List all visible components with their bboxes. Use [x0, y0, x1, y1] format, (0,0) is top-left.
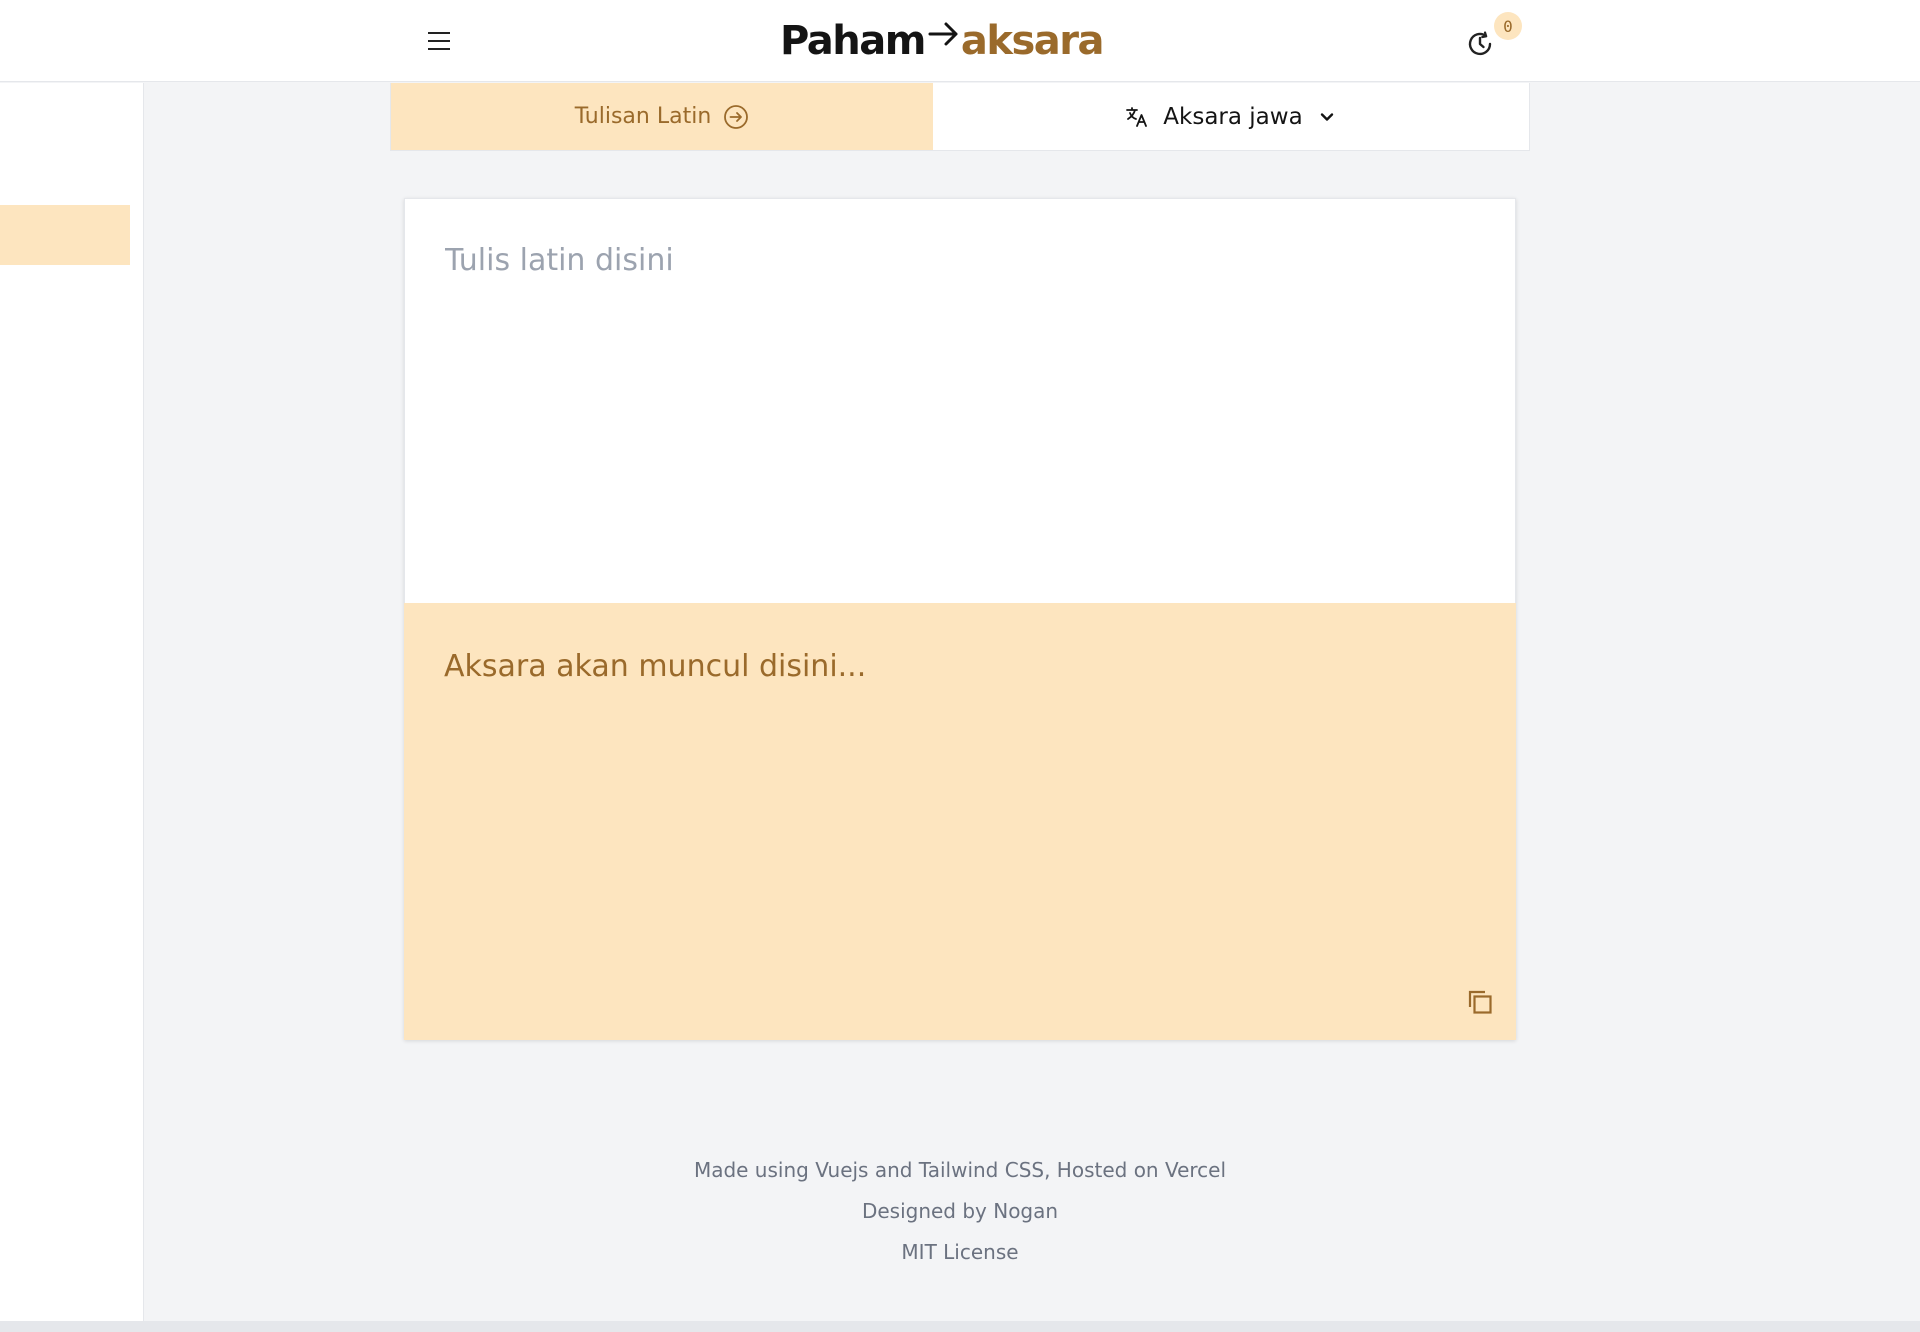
source-language-tab[interactable]: Tulisan Latin: [391, 83, 933, 150]
footer-designer: Designed by Nogan: [861, 1199, 1059, 1223]
translate-icon: [1126, 106, 1148, 127]
target-language-dropdown[interactable]: Aksara jawa: [933, 83, 1529, 150]
source-language-label: Tulisan Latin: [574, 104, 712, 129]
aksara-output: Aksara akan muncul disini...: [444, 649, 867, 684]
history-button[interactable]: [1462, 26, 1498, 62]
language-bar: Tulisan Latin Aksara jawa: [390, 83, 1530, 151]
sidebar: [0, 83, 144, 1321]
copy-button[interactable]: [1462, 984, 1498, 1020]
footer-license: MIT License: [901, 1240, 1019, 1264]
translator-card: Aksara akan muncul disini...: [404, 198, 1516, 1040]
footer-credits: Made using Vuejs and Tailwind CSS, Hoste…: [693, 1158, 1227, 1182]
target-language-label: Aksara jawa: [1163, 103, 1303, 130]
history-count-badge: 0: [1494, 12, 1522, 40]
logo-text-aksara: aksara: [960, 18, 1105, 64]
top-navbar: Paham aksara 0: [0, 0, 1920, 82]
latin-input[interactable]: [445, 243, 1475, 559]
menu-button[interactable]: [420, 22, 458, 60]
input-panel: [404, 198, 1516, 603]
logo-text-paham: Paham: [780, 18, 926, 64]
footer: Made using Vuejs and Tailwind CSS, Hoste…: [390, 1150, 1530, 1273]
arrow-right-circle-icon: [724, 104, 749, 129]
output-panel: Aksara akan muncul disini...: [404, 603, 1516, 1040]
logo-arrow-icon: [928, 22, 958, 46]
hamburger-menu-icon: [428, 32, 450, 50]
copy-icon: [1468, 990, 1492, 1014]
chevron-down-icon: [1320, 112, 1333, 121]
history-clock-icon: [1468, 31, 1492, 56]
bottom-strip: [0, 1321, 1920, 1332]
app-logo[interactable]: Paham aksara: [780, 14, 1105, 68]
sidebar-active-item[interactable]: [0, 205, 130, 265]
